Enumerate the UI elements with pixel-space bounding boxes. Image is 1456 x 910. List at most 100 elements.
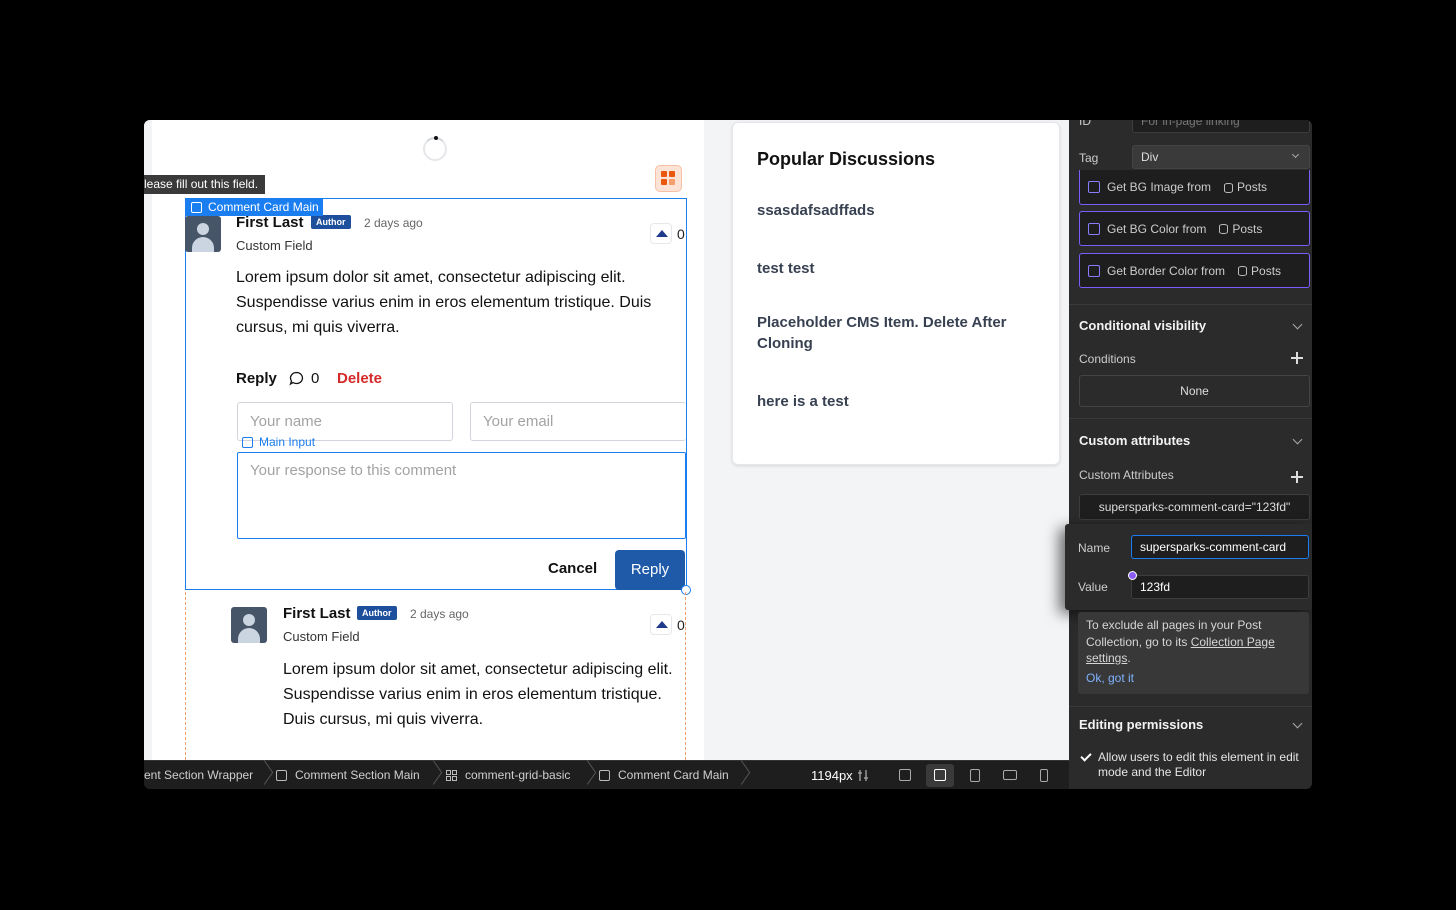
reply-count[interactable]: 0 bbox=[289, 370, 319, 387]
resize-handle[interactable] bbox=[681, 585, 691, 595]
popular-discussions-title: Popular Discussions bbox=[757, 149, 936, 169]
binding-dot-icon[interactable] bbox=[1128, 571, 1137, 580]
breadcrumb-label: ent Section Wrapper bbox=[144, 768, 254, 782]
attribute-value-input[interactable]: 123fd bbox=[1131, 575, 1309, 599]
conditions-label: Conditions bbox=[1079, 352, 1136, 366]
discussion-link[interactable]: ssasdafsadffads bbox=[757, 200, 1037, 221]
cms-binding-icon[interactable] bbox=[655, 165, 682, 192]
selected-element-tag[interactable]: Comment Card Main bbox=[185, 198, 323, 216]
bind-bg-image[interactable]: Get BG Image from Posts bbox=[1079, 170, 1310, 205]
breadcrumb-label: comment-grid-basic bbox=[465, 768, 571, 782]
custom-field: Custom Field bbox=[283, 629, 360, 644]
breadcrumb-item[interactable]: ent Section Wrapper bbox=[144, 761, 253, 789]
desktop-base-icon[interactable] bbox=[934, 769, 946, 781]
tag-value: Div bbox=[1141, 150, 1159, 164]
id-input[interactable]: For in-page linking bbox=[1132, 120, 1310, 133]
author-badge: Author bbox=[357, 606, 397, 620]
viewport-adjust-icon[interactable] bbox=[857, 769, 870, 782]
discussion-link[interactable]: test test bbox=[757, 258, 1037, 279]
breadcrumb-label: Comment Card Main bbox=[618, 768, 729, 782]
checkbox[interactable] bbox=[1088, 222, 1100, 235]
breadcrumb-item[interactable]: Comment Card Main bbox=[599, 761, 729, 789]
attribute-row[interactable]: supersparks-comment-card="123fd" bbox=[1079, 494, 1310, 520]
reply-count-value: 0 bbox=[311, 370, 320, 387]
breadcrumb-separator bbox=[736, 761, 744, 789]
tag-select[interactable]: Div bbox=[1132, 145, 1310, 169]
canvas-gutter bbox=[144, 120, 152, 760]
comment-section[interactable]: Comment Card Main First Last Author 2 da… bbox=[152, 120, 704, 760]
custom-attributes-label: Custom Attributes bbox=[1079, 468, 1174, 482]
chevron-down-icon[interactable] bbox=[1292, 319, 1303, 330]
reply-submit-button[interactable]: Reply bbox=[615, 550, 685, 590]
mobile-portrait-icon[interactable] bbox=[1040, 769, 1048, 782]
avatar bbox=[231, 607, 267, 643]
breadcrumb-separator bbox=[259, 761, 267, 789]
viewport-width[interactable]: 1194px bbox=[811, 761, 853, 789]
editing-permissions-title[interactable]: Editing permissions bbox=[1079, 717, 1203, 732]
tablet-icon[interactable] bbox=[970, 769, 980, 782]
breadcrumb-item[interactable]: Comment Section Main bbox=[276, 761, 420, 789]
discussion-link[interactable]: here is a test bbox=[757, 391, 1037, 412]
main-input-label: Main Input bbox=[259, 435, 316, 449]
grid-guide-right bbox=[685, 592, 686, 760]
response-textarea[interactable]: Your response to this comment bbox=[237, 452, 686, 539]
breadcrumb-label: Comment Section Main bbox=[295, 768, 420, 782]
database-icon bbox=[1224, 182, 1234, 193]
breadcrumb-item[interactable]: comment-grid-basic bbox=[446, 761, 570, 789]
custom-attributes-title[interactable]: Custom attributes bbox=[1079, 433, 1190, 448]
add-condition-icon[interactable] bbox=[1291, 352, 1303, 364]
selected-element-label: Comment Card Main bbox=[208, 200, 319, 214]
upvote-button[interactable] bbox=[650, 223, 672, 244]
chevron-down-icon[interactable] bbox=[1292, 434, 1303, 445]
discussion-link[interactable]: Placeholder CMS Item. Delete After Cloni… bbox=[757, 312, 1037, 354]
main-input-tag[interactable]: Main Input bbox=[242, 435, 315, 449]
bind-bg-color[interactable]: Get BG Color from Posts bbox=[1079, 211, 1310, 246]
section-divider bbox=[1069, 304, 1312, 305]
grid-guide-left bbox=[185, 592, 186, 760]
mobile-landscape-icon[interactable] bbox=[1003, 770, 1017, 780]
element-box-icon bbox=[242, 436, 253, 448]
checkbox[interactable] bbox=[1088, 264, 1100, 277]
binding-label: Get Border Color from bbox=[1107, 263, 1226, 278]
chevron-down-icon[interactable] bbox=[1292, 718, 1303, 729]
info-box: To exclude all pages in your Post Collec… bbox=[1078, 612, 1309, 694]
section-divider bbox=[1069, 418, 1312, 419]
breadcrumb: ent Section Wrapper Comment Section Main… bbox=[144, 760, 1069, 789]
comment-bubble-icon bbox=[289, 371, 304, 386]
loading-spinner-icon bbox=[423, 137, 447, 161]
edit-permission-checkbox[interactable] bbox=[1080, 751, 1091, 762]
reply-link[interactable]: Reply bbox=[236, 370, 277, 387]
add-attribute-icon[interactable] bbox=[1291, 471, 1303, 483]
settings-panel: ID For in-page linking Tag Div Get BG Im… bbox=[1065, 120, 1312, 789]
element-box-icon bbox=[191, 201, 202, 213]
comment-author-name: First Last bbox=[283, 605, 351, 622]
desktop-icon[interactable] bbox=[899, 769, 911, 781]
attribute-name-input[interactable]: supersparks-comment-card bbox=[1131, 535, 1309, 559]
id-label: ID bbox=[1079, 120, 1091, 128]
binding-source: Posts bbox=[1232, 221, 1263, 236]
cancel-button[interactable]: Cancel bbox=[548, 560, 597, 577]
spinner-dot bbox=[434, 136, 438, 140]
upvote-button[interactable] bbox=[650, 614, 672, 635]
comment-time: 2 days ago bbox=[410, 607, 469, 621]
conditional-visibility-title[interactable]: Conditional visibility bbox=[1079, 318, 1206, 333]
comment-author-name: First Last bbox=[236, 214, 304, 231]
checkbox[interactable] bbox=[1088, 181, 1100, 193]
avatar bbox=[185, 216, 221, 252]
tag-label: Tag bbox=[1079, 151, 1099, 165]
conditions-value[interactable]: None bbox=[1079, 375, 1310, 407]
ok-got-it-link[interactable]: Ok, got it bbox=[1086, 670, 1301, 687]
element-box-icon bbox=[599, 770, 610, 781]
delete-link[interactable]: Delete bbox=[337, 370, 382, 387]
info-text-end: . bbox=[1127, 651, 1131, 665]
binding-label: Get BG Image from bbox=[1107, 180, 1212, 194]
attribute-edit-popover: Name supersparks-comment-card Value 123f… bbox=[1065, 524, 1312, 610]
popular-discussions-card: Popular Discussions ssasdafsadffads test… bbox=[732, 122, 1060, 465]
bind-border-color[interactable]: Get Border Color from Posts bbox=[1079, 253, 1310, 288]
vote-count: 0 bbox=[677, 617, 685, 633]
design-canvas[interactable]: Comment Card Main First Last Author 2 da… bbox=[144, 120, 1069, 760]
email-input[interactable]: Your email bbox=[470, 402, 686, 441]
breadcrumb-separator bbox=[582, 761, 590, 789]
author-badge: Author bbox=[311, 215, 351, 229]
comment-time: 2 days ago bbox=[364, 216, 423, 230]
